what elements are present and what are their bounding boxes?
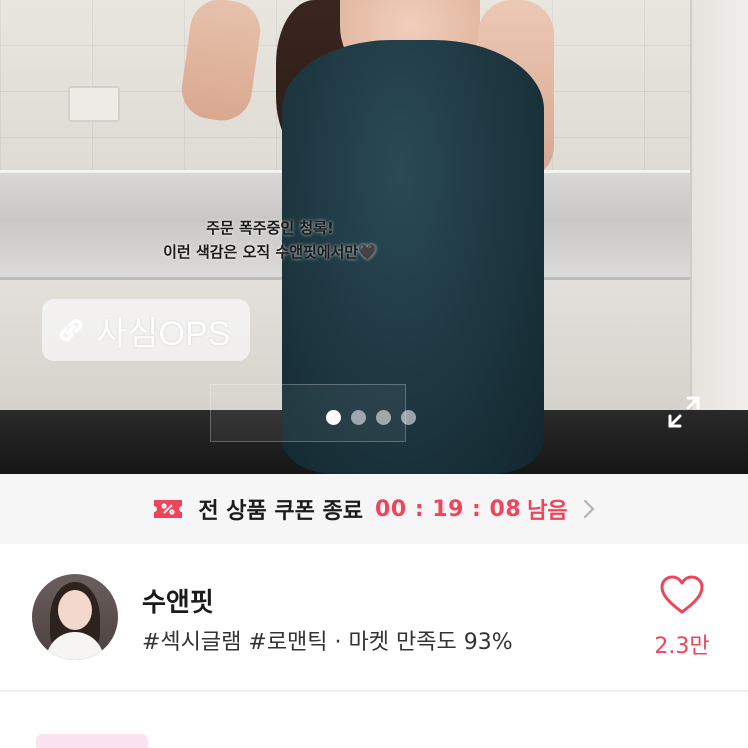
wall-outlet — [68, 86, 120, 122]
shop-tags: #섹시글램 #로맨틱 · 마켓 만족도 93% — [142, 630, 513, 655]
shop-avatar[interactable] — [32, 574, 118, 660]
heart-icon — [659, 574, 705, 620]
product-chip-label: 사심OPS — [96, 314, 231, 353]
shop-info-row[interactable]: 수앤핏 #섹시글램 #로맨틱 · 마켓 만족도 93% 2.3만 — [0, 544, 748, 690]
promo-caption: 주문 폭주중인 청록! 이런 색감은 오직 수앤핏에서만🖤 — [0, 216, 540, 264]
coupon-countdown-bar[interactable]: 전 상품 쿠폰 종료 00 : 19 : 08 남음 — [0, 474, 748, 544]
carousel-dot[interactable] — [401, 409, 416, 425]
promo-line: 주문 폭주중인 청록! — [206, 219, 334, 237]
carousel-dot[interactable] — [351, 409, 366, 425]
section-divider — [0, 690, 748, 692]
like-count: 2.3만 — [654, 634, 710, 659]
coupon-remaining-label: 남음 — [527, 499, 568, 524]
expand-icon[interactable] — [664, 392, 704, 432]
carousel-indicator — [326, 408, 416, 426]
avatar-face — [58, 590, 92, 630]
promo-line: 이런 색감은 오직 수앤핏에서만🖤 — [163, 243, 377, 261]
coupon-timer: 00 : 19 : 08 — [375, 496, 522, 522]
coupon-icon — [152, 496, 184, 522]
carousel-dot[interactable] — [376, 409, 391, 425]
like-button[interactable]: 2.3만 — [640, 574, 724, 670]
product-link-chip[interactable]: 사심OPS — [42, 299, 250, 361]
carousel-dot-active[interactable] — [326, 409, 341, 425]
shop-name[interactable]: 수앤핏 — [142, 582, 214, 619]
partial-badge — [36, 734, 148, 748]
product-hero-image[interactable]: 주문 폭주중인 청록! 이런 색감은 오직 수앤핏에서만🖤 사심OPS — [0, 0, 748, 474]
chevron-right-icon — [582, 498, 596, 520]
link-icon — [56, 315, 86, 345]
coupon-label: 전 상품 쿠폰 종료 — [198, 499, 364, 524]
